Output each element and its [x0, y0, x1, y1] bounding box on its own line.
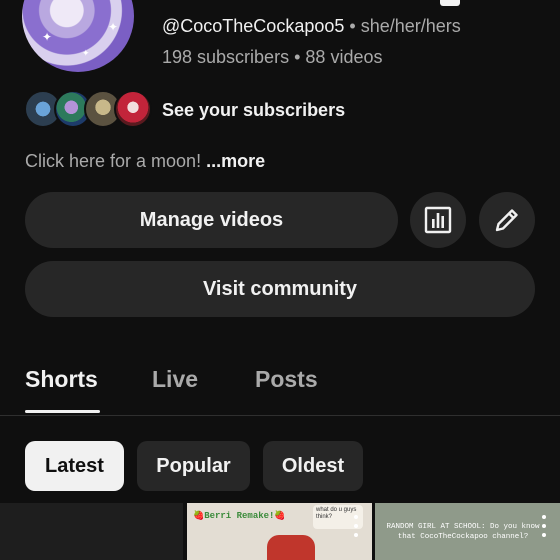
pencil-icon: [495, 209, 518, 232]
analytics-button[interactable]: [410, 192, 466, 248]
divider: [0, 415, 560, 416]
separator-dot: •: [294, 47, 301, 67]
video-count: 88 videos: [305, 47, 383, 67]
sparkle-icon: ✦: [82, 48, 90, 58]
tab-posts[interactable]: Posts: [255, 366, 318, 393]
more-options-icon[interactable]: [540, 515, 548, 537]
channel-handle-line: @CocoTheCockapoo5 • she/her/hers: [162, 16, 461, 37]
filter-chip-popular[interactable]: Popular: [137, 441, 250, 491]
channel-description[interactable]: Click here for a moon! ...more: [25, 151, 265, 172]
sparkle-icon: ✦: [108, 20, 119, 34]
visit-community-button[interactable]: Visit community: [25, 261, 535, 317]
short-artwork: [267, 535, 315, 560]
channel-title-fragment: [440, 0, 460, 6]
tab-live[interactable]: Live: [152, 366, 198, 393]
edit-channel-button[interactable]: [479, 192, 535, 248]
manage-videos-button[interactable]: Manage videos: [25, 192, 398, 248]
more-options-icon[interactable]: [352, 515, 360, 537]
tab-shorts[interactable]: Shorts: [25, 366, 98, 393]
short-thumbnail[interactable]: [0, 503, 183, 560]
see-subscribers-link[interactable]: See your subscribers: [162, 100, 345, 121]
bar-chart-icon: [424, 206, 452, 234]
channel-handle: @CocoTheCockapoo5: [162, 16, 345, 36]
subscriber-count: 198 subscribers: [162, 47, 290, 67]
short-caption: RANDOM GIRL AT SCHOOL: Do you know that …: [386, 523, 540, 541]
channel-stats: 198 subscribers • 88 videos: [162, 47, 382, 68]
channel-avatar[interactable]: ✦ ✦ ✦: [22, 0, 134, 72]
tab-selected-indicator: [25, 410, 100, 413]
filter-chip-latest[interactable]: Latest: [25, 441, 124, 491]
channel-pronouns: she/her/hers: [360, 16, 461, 36]
description-text: Click here for a moon!: [25, 151, 207, 171]
sparkle-icon: ✦: [42, 30, 53, 44]
short-thumbnail[interactable]: RANDOM GIRL AT SCHOOL: Do you know that …: [375, 503, 560, 560]
more-link[interactable]: ...more: [206, 151, 265, 171]
avatar: [114, 90, 152, 128]
separator-dot: •: [349, 16, 356, 36]
short-caption: 🍓Berri Remake!🍓: [193, 511, 286, 521]
subscriber-avatars[interactable]: [24, 90, 154, 130]
filter-chip-oldest[interactable]: Oldest: [263, 441, 363, 491]
short-thumbnail[interactable]: 🍓Berri Remake!🍓 what do u guys think?: [187, 503, 372, 560]
